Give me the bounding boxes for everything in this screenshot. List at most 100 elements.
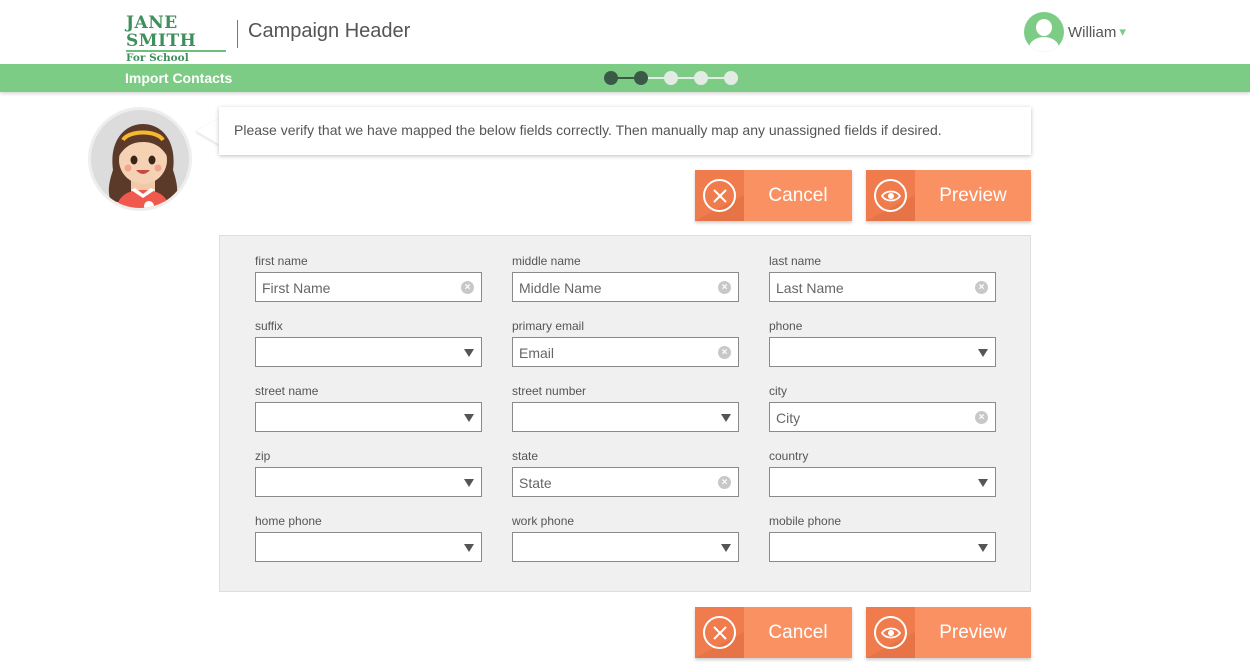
cancel-label: Cancel <box>768 184 828 206</box>
city-mapped-field[interactable]: City × <box>769 402 996 432</box>
field-zip: zip <box>255 449 482 497</box>
triangle-down-icon <box>464 349 474 357</box>
last-name-mapped-field[interactable]: Last Name × <box>769 272 996 302</box>
clear-x-icon[interactable]: × <box>718 346 731 359</box>
step-dot-5 <box>724 71 738 85</box>
step-dot-1 <box>604 71 618 85</box>
step-dot-2 <box>634 71 648 85</box>
preview-label: Preview <box>939 184 1007 206</box>
mobile-phone-select[interactable] <box>769 532 996 562</box>
field-city: city City × <box>769 384 996 432</box>
step-dot-3 <box>664 71 678 85</box>
field-label: country <box>769 449 809 463</box>
triangle-down-icon <box>464 479 474 487</box>
instruction-bubble: Please verify that we have mapped the be… <box>219 107 1031 155</box>
triangle-down-icon <box>721 544 731 552</box>
top-header: JANE SMITH For School Board Campaign Hea… <box>0 0 1250 76</box>
field-label: first name <box>255 254 308 268</box>
country-select[interactable] <box>769 467 996 497</box>
street-number-select[interactable] <box>512 402 739 432</box>
field-value: City <box>776 410 801 426</box>
field-value: First Name <box>262 280 331 296</box>
clear-x-icon[interactable]: × <box>975 411 988 424</box>
street-name-select[interactable] <box>255 402 482 432</box>
header-divider <box>237 20 238 48</box>
field-label: city <box>769 384 787 398</box>
field-state: state State × <box>512 449 739 497</box>
field-middle-name: middle name Middle Name × <box>512 254 739 302</box>
triangle-down-icon <box>464 544 474 552</box>
user-avatar-icon <box>1024 12 1064 52</box>
field-value: State <box>519 475 552 491</box>
field-value: Last Name <box>776 280 844 296</box>
preview-label: Preview <box>939 621 1007 643</box>
preview-button[interactable]: Preview <box>866 170 1031 221</box>
field-country: country <box>769 449 996 497</box>
triangle-down-icon <box>978 544 988 552</box>
cancel-button[interactable]: Cancel <box>695 170 852 221</box>
mascot-avatar <box>88 107 192 211</box>
field-street-number: street number <box>512 384 739 432</box>
speech-bubble-tail <box>196 118 220 145</box>
x-circle-icon <box>703 179 736 212</box>
home-phone-select[interactable] <box>255 532 482 562</box>
triangle-down-icon <box>978 479 988 487</box>
logo-name: JANE SMITH <box>126 14 226 52</box>
x-circle-icon <box>703 616 736 649</box>
field-value: Email <box>519 345 555 361</box>
eye-icon <box>874 616 907 649</box>
user-name: William <box>1068 23 1117 41</box>
field-label: last name <box>769 254 822 268</box>
field-primary-email: primary email Email × <box>512 319 739 367</box>
step-progress-indicator <box>604 71 738 85</box>
field-work-phone: work phone <box>512 514 739 562</box>
field-first-name: first name First Name × <box>255 254 482 302</box>
field-label: street number <box>512 384 587 398</box>
field-mobile-phone: mobile phone <box>769 514 996 562</box>
field-label: street name <box>255 384 319 398</box>
clear-x-icon[interactable]: × <box>718 476 731 489</box>
instruction-text: Please verify that we have mapped the be… <box>234 122 942 138</box>
state-mapped-field[interactable]: State × <box>512 467 739 497</box>
phone-select[interactable] <box>769 337 996 367</box>
clear-x-icon[interactable]: × <box>975 281 988 294</box>
triangle-down-icon <box>978 349 988 357</box>
eye-icon <box>874 179 907 212</box>
field-label: mobile phone <box>769 514 842 528</box>
field-label: phone <box>769 319 803 333</box>
campaign-title: Campaign Header <box>248 20 411 42</box>
first-name-mapped-field[interactable]: First Name × <box>255 272 482 302</box>
middle-name-mapped-field[interactable]: Middle Name × <box>512 272 739 302</box>
field-mapping-form: first name First Name × middle name Middle N… <box>219 235 1031 592</box>
triangle-down-icon <box>464 414 474 422</box>
triangle-down-icon <box>721 414 731 422</box>
step-dot-4 <box>694 71 708 85</box>
chevron-down-icon: ▾ <box>1119 24 1126 39</box>
field-label: suffix <box>255 319 283 333</box>
girl-mascot-icon <box>108 124 178 208</box>
field-last-name: last name Last Name × <box>769 254 996 302</box>
zip-select[interactable] <box>255 467 482 497</box>
field-home-phone: home phone <box>255 514 482 562</box>
field-label: home phone <box>255 514 322 528</box>
field-value: Middle Name <box>519 280 602 296</box>
section-title: Import Contacts <box>125 70 233 86</box>
field-label: middle name <box>512 254 581 268</box>
field-label: state <box>512 449 539 463</box>
preview-button-bottom[interactable]: Preview <box>866 607 1031 658</box>
cancel-label: Cancel <box>768 621 828 643</box>
clear-x-icon[interactable]: × <box>461 281 474 294</box>
work-phone-select[interactable] <box>512 532 739 562</box>
field-suffix: suffix <box>255 319 482 367</box>
section-bar: Import Contacts <box>0 64 1250 92</box>
field-street-name: street name <box>255 384 482 432</box>
field-label: primary email <box>512 319 585 333</box>
clear-x-icon[interactable]: × <box>718 281 731 294</box>
cancel-button-bottom[interactable]: Cancel <box>695 607 852 658</box>
suffix-select[interactable] <box>255 337 482 367</box>
user-menu[interactable]: William ▾ <box>1024 12 1126 52</box>
field-label: zip <box>255 449 271 463</box>
primary-email-mapped-field[interactable]: Email × <box>512 337 739 367</box>
field-label: work phone <box>512 514 575 528</box>
field-phone: phone <box>769 319 996 367</box>
